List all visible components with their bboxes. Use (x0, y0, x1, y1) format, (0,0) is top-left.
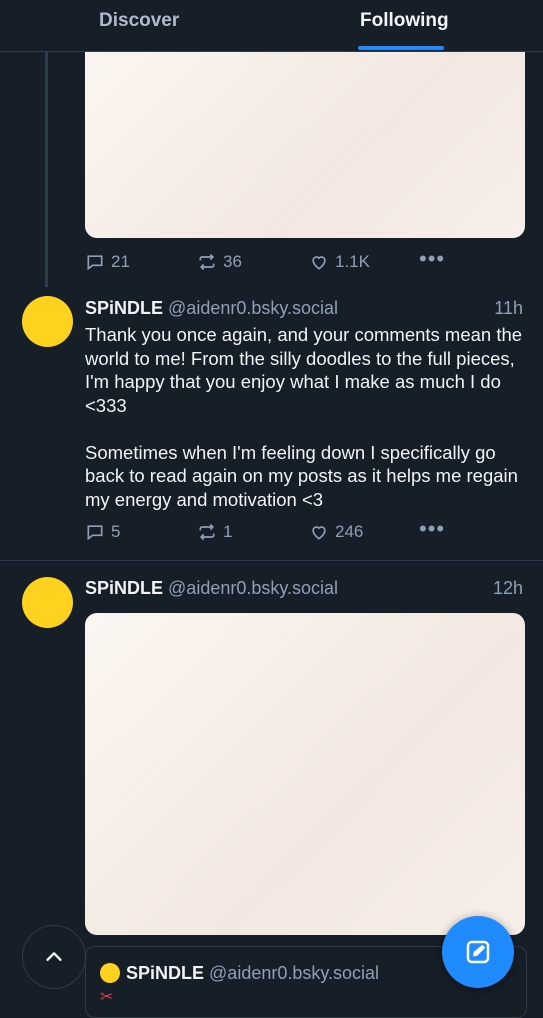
post-text: Thank you once again, and your comments … (85, 324, 523, 510)
post-actions: 5 1 246 ••• (85, 518, 525, 546)
reply-button[interactable]: 5 (85, 522, 120, 542)
like-button[interactable]: 246 (309, 522, 363, 542)
quote-author-name: SPiNDLE (126, 963, 205, 983)
scissors-emoji: ✂ (100, 989, 114, 1006)
scroll-to-top-button[interactable] (22, 925, 86, 989)
post-divider (0, 560, 543, 561)
like-icon (312, 256, 326, 270)
feed-tab-bar: Discover Following (0, 0, 543, 52)
reply-count: 21 (111, 252, 130, 271)
post-time: 12h (492, 578, 523, 598)
avatar[interactable] (22, 296, 73, 347)
like-count: 246 (335, 522, 364, 541)
reply-count: 5 (111, 522, 121, 541)
like-button[interactable]: 1.1K (309, 252, 370, 272)
active-tab-indicator (358, 46, 444, 50)
post-image[interactable] (85, 40, 525, 238)
post-header: SPiNDLE @aidenr0.bsky.social 12h (85, 578, 525, 599)
reply-icon (87, 255, 103, 271)
thread-line (45, 51, 48, 287)
quote-header: SPiNDLE @aidenr0.bsky.social (126, 963, 379, 984)
post-time: 11h (494, 298, 523, 318)
repost-count: 36 (223, 252, 242, 271)
quote-avatar (100, 963, 120, 983)
author-name[interactable]: SPiNDLE (85, 578, 163, 598)
compose-icon (466, 940, 490, 964)
repost-count: 1 (223, 522, 233, 541)
repost-icon (199, 253, 215, 271)
repost-icon (199, 523, 215, 541)
post-image[interactable] (85, 613, 525, 935)
author-handle[interactable]: @aidenr0.bsky.social (168, 298, 338, 318)
tab-discover[interactable]: Discover (99, 10, 179, 32)
tab-following[interactable]: Following (360, 10, 449, 32)
more-icon[interactable]: ••• (419, 248, 445, 270)
chevron-up-icon (46, 952, 62, 961)
avatar[interactable] (22, 577, 73, 628)
like-icon (312, 526, 326, 540)
quote-author-handle: @aidenr0.bsky.social (209, 963, 380, 983)
more-icon[interactable]: ••• (419, 518, 445, 540)
compose-button[interactable] (442, 916, 514, 988)
post-header: SPiNDLE @aidenr0.bsky.social 11h (85, 298, 525, 319)
like-count: 1.1K (335, 252, 370, 271)
author-handle[interactable]: @aidenr0.bsky.social (168, 578, 338, 598)
image-placeholder (85, 613, 525, 935)
image-placeholder (85, 40, 525, 238)
repost-button[interactable]: 1 (197, 522, 232, 542)
author-name[interactable]: SPiNDLE (85, 298, 163, 318)
post-actions: 21 36 1.1K ••• (85, 248, 525, 276)
reply-icon (87, 525, 103, 541)
reply-button[interactable]: 21 (85, 252, 130, 272)
repost-button[interactable]: 36 (197, 252, 242, 272)
